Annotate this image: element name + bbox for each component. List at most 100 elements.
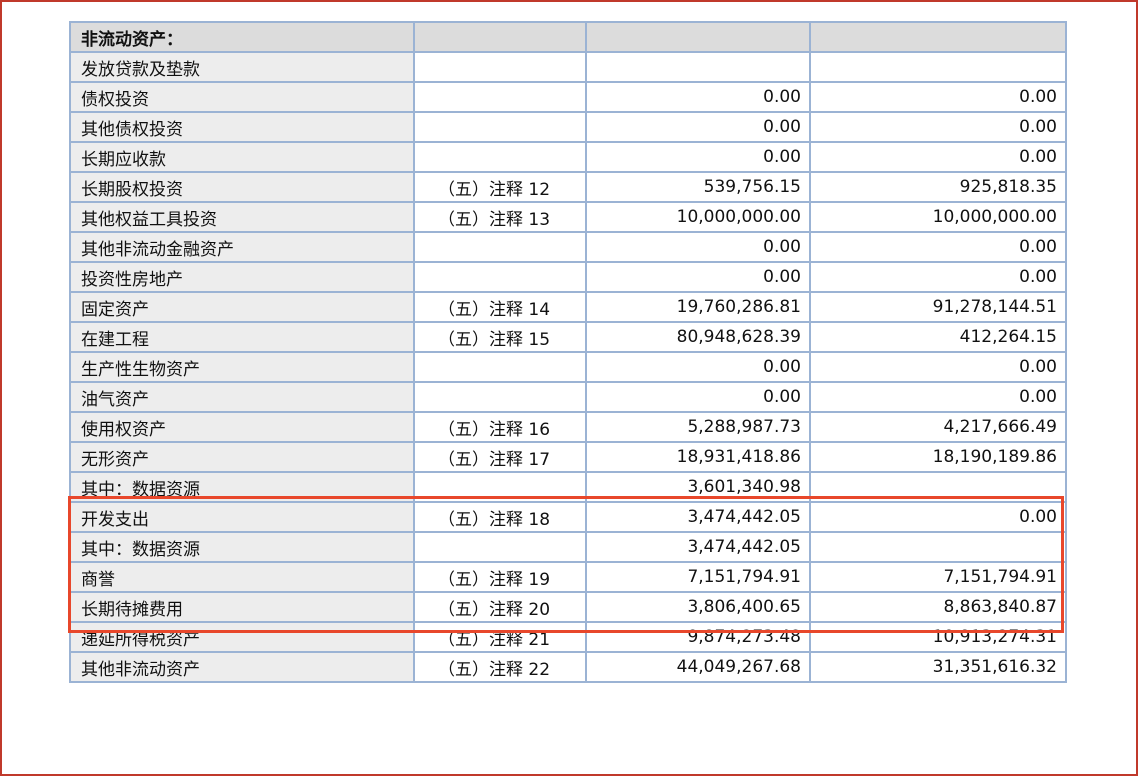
table-row: 无形资产 （五）注释 17 18,931,418.86 18,190,189.86: [69, 441, 1067, 473]
row-previous-value: 10,000,000.00: [809, 201, 1067, 233]
row-note: [413, 81, 587, 113]
row-current-value: 9,874,273.48: [585, 621, 811, 653]
row-label: 其他非流动资产: [69, 651, 415, 683]
table-row: 在建工程 （五）注释 15 80,948,628.39 412,264.15: [69, 321, 1067, 353]
row-note: （五）注释 21: [413, 621, 587, 653]
header-note-cell: [413, 21, 587, 53]
row-previous-value: 7,151,794.91: [809, 561, 1067, 593]
section-title: 非流动资产：: [69, 21, 415, 53]
row-previous-value: 8,863,840.87: [809, 591, 1067, 623]
row-current-value: 3,806,400.65: [585, 591, 811, 623]
table-row: 递延所得税资产 （五）注释 21 9,874,273.48 10,913,274.31: [69, 621, 1067, 653]
row-current-value: 539,756.15: [585, 171, 811, 203]
table-row: 其他非流动资产 （五）注释 22 44,049,267.68 31,351,616.3…: [69, 651, 1067, 683]
row-current-value: 0.00: [585, 111, 811, 143]
table-row: 长期待摊费用 （五）注释 20 3,806,400.65 8,863,840.87: [69, 591, 1067, 623]
row-note: （五）注释 15: [413, 321, 587, 353]
row-previous-value: [809, 51, 1067, 83]
header-current-cell: [585, 21, 811, 53]
row-note: （五）注释 13: [413, 201, 587, 233]
row-previous-value: 0.00: [809, 81, 1067, 113]
row-note: （五）注释 19: [413, 561, 587, 593]
table-row: 商誉 （五）注释 19 7,151,794.91 7,151,794.91: [69, 561, 1067, 593]
row-note: [413, 51, 587, 83]
row-current-value: 44,049,267.68: [585, 651, 811, 683]
row-previous-value: 10,913,274.31: [809, 621, 1067, 653]
row-previous-value: [809, 471, 1067, 503]
table-header-row: 非流动资产：: [69, 21, 1067, 53]
row-note: （五）注释 22: [413, 651, 587, 683]
row-note: （五）注释 12: [413, 171, 587, 203]
row-label: 其他非流动金融资产: [69, 231, 415, 263]
row-label: 固定资产: [69, 291, 415, 323]
row-current-value: 7,151,794.91: [585, 561, 811, 593]
row-note: [413, 141, 587, 173]
row-label: 发放贷款及垫款: [69, 51, 415, 83]
row-note: （五）注释 14: [413, 291, 587, 323]
table-row: 其他非流动金融资产 0.00 0.00: [69, 231, 1067, 263]
row-label: 其中：数据资源: [69, 471, 415, 503]
row-current-value: 0.00: [585, 261, 811, 293]
table-row: 生产性生物资产 0.00 0.00: [69, 351, 1067, 383]
table-row: 债权投资 0.00 0.00: [69, 81, 1067, 113]
row-current-value: 0.00: [585, 351, 811, 383]
table-row: 长期应收款 0.00 0.00: [69, 141, 1067, 173]
table-row: 投资性房地产 0.00 0.00: [69, 261, 1067, 293]
table-row: 其他债权投资 0.00 0.00: [69, 111, 1067, 143]
table-row: 发放贷款及垫款: [69, 51, 1067, 83]
row-label: 其他债权投资: [69, 111, 415, 143]
row-previous-value: 0.00: [809, 141, 1067, 173]
row-current-value: 3,474,442.05: [585, 531, 811, 563]
row-label: 递延所得税资产: [69, 621, 415, 653]
row-label: 投资性房地产: [69, 261, 415, 293]
row-label: 债权投资: [69, 81, 415, 113]
row-label: 长期股权投资: [69, 171, 415, 203]
row-label: 长期应收款: [69, 141, 415, 173]
row-note: [413, 231, 587, 263]
row-current-value: 19,760,286.81: [585, 291, 811, 323]
table-row: 其中：数据资源 3,601,340.98: [69, 471, 1067, 503]
row-label: 其中：数据资源: [69, 531, 415, 563]
row-note: [413, 531, 587, 563]
row-current-value: 3,601,340.98: [585, 471, 811, 503]
row-note: [413, 111, 587, 143]
balance-sheet-table: 非流动资产： 发放贷款及垫款 债权投资 0.00 0.00 其他债权投资 0.00 0.00…: [69, 21, 1067, 683]
row-current-value: 0.00: [585, 381, 811, 413]
table-row: 其中：数据资源 3,474,442.05: [69, 531, 1067, 563]
row-label: 在建工程: [69, 321, 415, 353]
row-label: 开发支出: [69, 501, 415, 533]
row-previous-value: 4,217,666.49: [809, 411, 1067, 443]
row-label: 油气资产: [69, 381, 415, 413]
row-current-value: 0.00: [585, 81, 811, 113]
row-label: 生产性生物资产: [69, 351, 415, 383]
row-label: 无形资产: [69, 441, 415, 473]
row-current-value: [585, 51, 811, 83]
row-previous-value: 0.00: [809, 231, 1067, 263]
row-note: （五）注释 17: [413, 441, 587, 473]
row-current-value: 0.00: [585, 141, 811, 173]
row-label: 其他权益工具投资: [69, 201, 415, 233]
table-row: 油气资产 0.00 0.00: [69, 381, 1067, 413]
row-current-value: 5,288,987.73: [585, 411, 811, 443]
row-label: 使用权资产: [69, 411, 415, 443]
row-note: [413, 381, 587, 413]
row-note: [413, 471, 587, 503]
row-previous-value: 31,351,616.32: [809, 651, 1067, 683]
table-row: 其他权益工具投资 （五）注释 13 10,000,000.00 10,000,000.…: [69, 201, 1067, 233]
row-current-value: 18,931,418.86: [585, 441, 811, 473]
table-row: 开发支出 （五）注释 18 3,474,442.05 0.00: [69, 501, 1067, 533]
row-current-value: 80,948,628.39: [585, 321, 811, 353]
row-previous-value: 0.00: [809, 351, 1067, 383]
row-note: （五）注释 18: [413, 501, 587, 533]
row-note: [413, 261, 587, 293]
row-note: （五）注释 20: [413, 591, 587, 623]
row-previous-value: 0.00: [809, 501, 1067, 533]
row-previous-value: 925,818.35: [809, 171, 1067, 203]
row-previous-value: 412,264.15: [809, 321, 1067, 353]
row-previous-value: 18,190,189.86: [809, 441, 1067, 473]
row-note: [413, 351, 587, 383]
table-row: 固定资产 （五）注释 14 19,760,286.81 91,278,144.51: [69, 291, 1067, 323]
row-previous-value: 0.00: [809, 261, 1067, 293]
header-previous-cell: [809, 21, 1067, 53]
row-label: 商誉: [69, 561, 415, 593]
